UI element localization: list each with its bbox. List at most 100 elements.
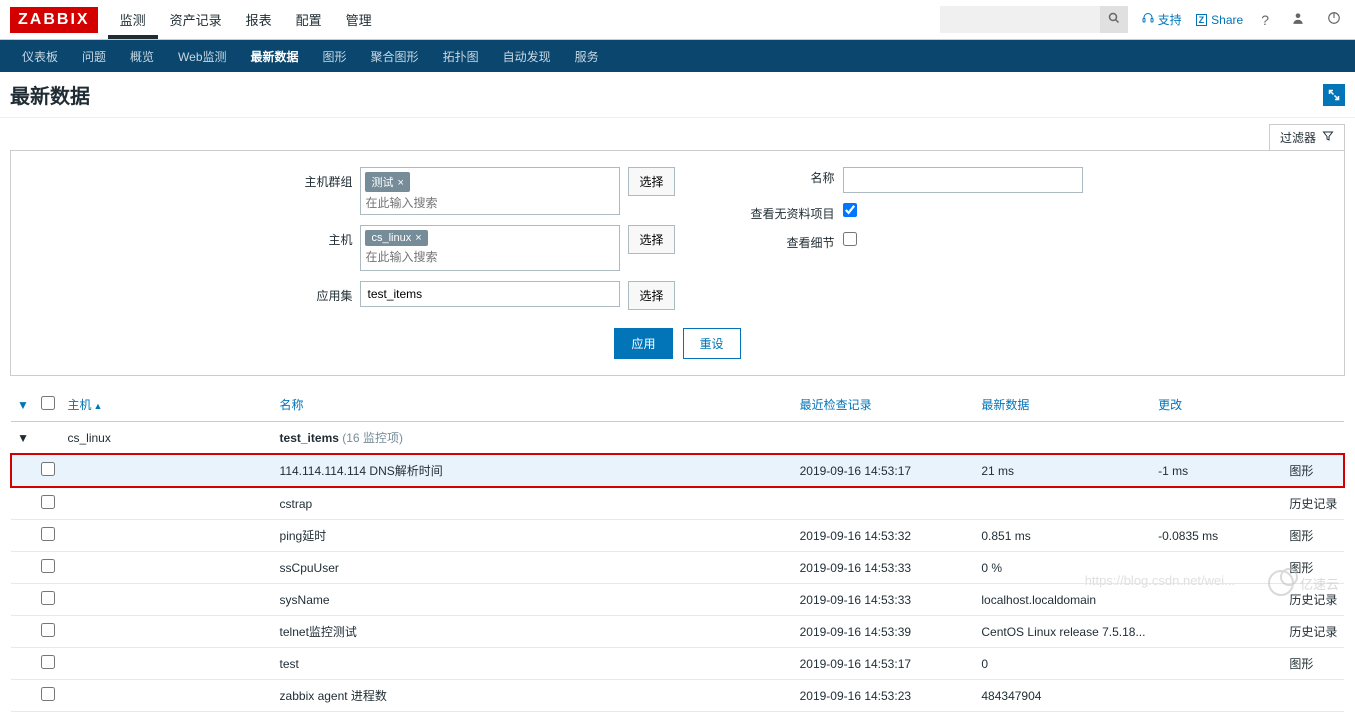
sub-nav-item[interactable]: Web监测 [166, 40, 238, 73]
host-select-btn[interactable]: 选择 [628, 225, 674, 254]
table-row: telnet监控测试 2019-09-16 14:53:39 CentOS Li… [11, 616, 1344, 648]
cloud-icon [1268, 570, 1294, 596]
share-link[interactable]: Z Share [1196, 13, 1244, 27]
row-checkbox[interactable] [41, 655, 55, 669]
item-action-link[interactable]: 图形 [1283, 648, 1344, 680]
remove-tag-icon[interactable]: × [397, 177, 403, 189]
main-nav-item[interactable]: 监测 [108, 0, 158, 39]
sub-nav-item[interactable]: 问题 [70, 40, 118, 73]
select-all-checkbox[interactable] [41, 396, 55, 410]
sub-nav-item[interactable]: 概览 [118, 40, 166, 73]
action-column-header [1283, 388, 1344, 422]
item-last-check [794, 487, 976, 520]
main-nav-item[interactable]: 报表 [234, 0, 284, 39]
latest-data-column-header[interactable]: 最新数据 [975, 388, 1152, 422]
row-checkbox[interactable] [41, 559, 55, 573]
table-row: test 2019-09-16 14:53:17 0 图形 [11, 648, 1344, 680]
table-row: sysName 2019-09-16 14:53:33 localhost.lo… [11, 584, 1344, 616]
z-icon: Z [1196, 14, 1208, 26]
name-label: 名称 [735, 167, 835, 186]
support-label: 支持 [1158, 11, 1182, 28]
sub-nav-item[interactable]: 仪表板 [10, 40, 70, 73]
name-input[interactable] [843, 167, 1083, 193]
item-name: sysName [274, 584, 794, 616]
item-change [1152, 616, 1283, 648]
reset-button[interactable]: 重设 [683, 328, 741, 359]
host-label: 主机 [272, 225, 352, 248]
row-checkbox[interactable] [41, 623, 55, 637]
collapse-toggle[interactable]: ▼ [11, 422, 35, 455]
row-checkbox[interactable] [41, 462, 55, 476]
application-label: 应用集 [272, 281, 352, 304]
search-box [940, 6, 1128, 33]
item-latest: 0.851 ms [975, 520, 1152, 552]
change-column-header[interactable]: 更改 [1152, 388, 1283, 422]
application-select-btn[interactable]: 选择 [628, 281, 674, 310]
logout-icon[interactable] [1323, 7, 1345, 32]
apply-button[interactable]: 应用 [614, 328, 672, 359]
host-group-select-btn[interactable]: 选择 [628, 167, 674, 196]
row-checkbox[interactable] [41, 495, 55, 509]
table-row: cstrap 历史记录 [11, 487, 1344, 520]
url-watermark: https://blog.csdn.net/wei... [1085, 573, 1235, 588]
sub-nav-item[interactable]: 最新数据 [239, 40, 311, 73]
item-name: telnet监控测试 [274, 616, 794, 648]
group-app: test_items (16 监控项) [274, 422, 794, 455]
show-no-data-checkbox[interactable] [843, 203, 857, 217]
header: ZABBIX 监测资产记录报表配置管理 支持 Z Share ? [0, 0, 1355, 40]
search-input[interactable] [940, 6, 1100, 33]
sort-asc-icon: ▲ [94, 401, 103, 411]
sub-nav-item[interactable]: 自动发现 [491, 40, 563, 73]
help-icon[interactable]: ? [1257, 8, 1273, 32]
host-input[interactable] [365, 250, 615, 264]
item-action-link[interactable]: 图形 [1283, 520, 1344, 552]
filter-toggle-label: 过滤器 [1280, 129, 1316, 146]
expand-icon [1328, 89, 1340, 101]
item-last-check: 2019-09-16 14:53:23 [794, 680, 976, 712]
search-icon [1108, 12, 1120, 27]
host-column-header[interactable]: 主机▲ [61, 388, 273, 422]
sub-nav: 仪表板问题概览Web监测最新数据图形聚合图形拓扑图自动发现服务 [0, 40, 1355, 72]
item-action-link[interactable]: 历史记录 [1283, 616, 1344, 648]
support-link[interactable]: 支持 [1142, 11, 1182, 28]
item-latest: 484347904 [975, 680, 1152, 712]
remove-tag-icon[interactable]: × [415, 232, 421, 244]
sub-nav-item[interactable]: 图形 [311, 40, 359, 73]
fullscreen-button[interactable] [1323, 84, 1345, 106]
main-nav-item[interactable]: 资产记录 [158, 0, 234, 39]
host-select[interactable]: cs_linux× [360, 225, 620, 271]
search-button[interactable] [1100, 6, 1128, 33]
item-change [1152, 584, 1283, 616]
item-action-link[interactable]: 历史记录 [1283, 487, 1344, 520]
item-latest: 0 [975, 648, 1152, 680]
table-row: zabbix agent 进程数 2019-09-16 14:53:23 484… [11, 680, 1344, 712]
item-action-link[interactable] [1283, 680, 1344, 712]
logo[interactable]: ZABBIX [10, 7, 98, 33]
host-group-label: 主机群组 [272, 167, 352, 190]
name-column-header[interactable]: 名称 [274, 388, 794, 422]
last-check-column-header[interactable]: 最近检查记录 [794, 388, 976, 422]
item-latest [975, 487, 1152, 520]
table-row: ping延时 2019-09-16 14:53:32 0.851 ms -0.0… [11, 520, 1344, 552]
item-name: zabbix agent 进程数 [274, 680, 794, 712]
show-details-label: 查看细节 [735, 232, 835, 251]
row-checkbox[interactable] [41, 527, 55, 541]
host-group-input[interactable] [365, 196, 615, 210]
collapse-all-header[interactable]: ▼ [11, 388, 35, 422]
item-last-check: 2019-09-16 14:53:33 [794, 552, 976, 584]
item-last-check: 2019-09-16 14:53:17 [794, 648, 976, 680]
main-nav-item[interactable]: 配置 [284, 0, 334, 39]
show-details-checkbox[interactable] [843, 232, 857, 246]
filter-toggle[interactable]: 过滤器 [1269, 124, 1345, 150]
host-group-select[interactable]: 测试× [360, 167, 620, 215]
sub-nav-item[interactable]: 服务 [563, 40, 611, 73]
row-checkbox[interactable] [41, 687, 55, 701]
user-icon[interactable] [1287, 7, 1309, 32]
application-input[interactable] [360, 281, 620, 307]
main-nav-item[interactable]: 管理 [334, 0, 384, 39]
item-action-link[interactable]: 图形 [1283, 454, 1344, 487]
item-latest: 21 ms [975, 454, 1152, 487]
sub-nav-item[interactable]: 聚合图形 [359, 40, 431, 73]
sub-nav-item[interactable]: 拓扑图 [431, 40, 491, 73]
row-checkbox[interactable] [41, 591, 55, 605]
